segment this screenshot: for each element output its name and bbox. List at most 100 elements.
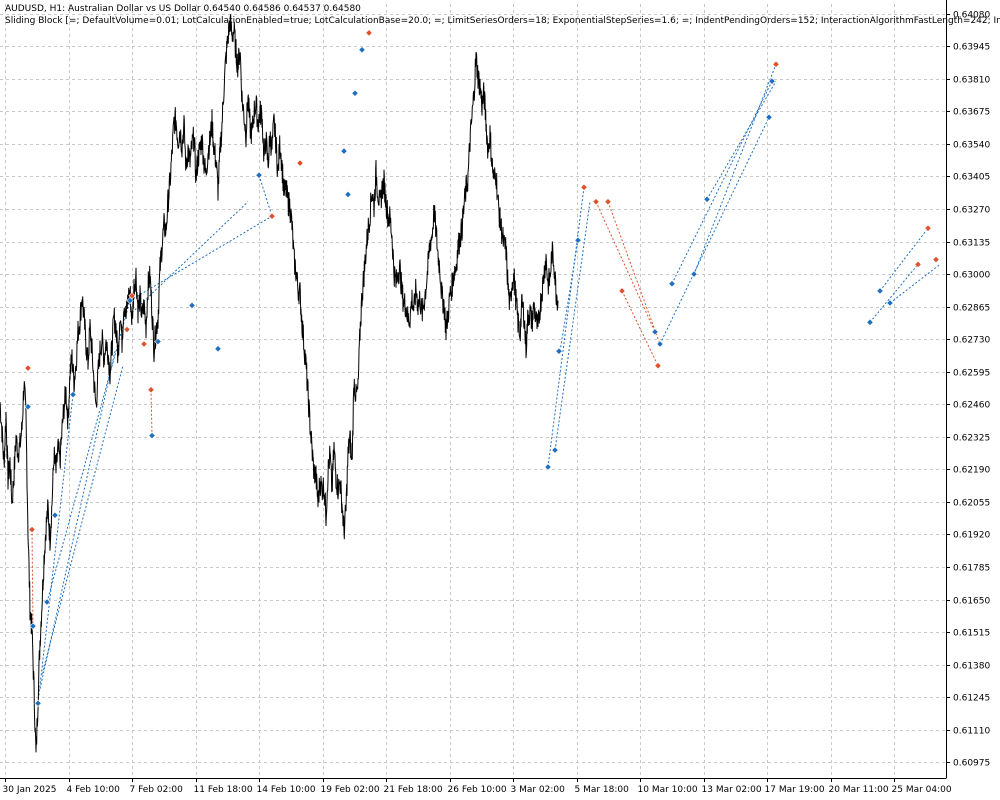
y-tick-label: 0.61785 — [953, 564, 990, 574]
y-tick-label: 0.60975 — [953, 759, 990, 769]
y-tick-label: 0.63810 — [953, 76, 990, 86]
buy-link-line — [258, 175, 273, 217]
sell-order-marker — [604, 198, 612, 206]
expert-parameters: Sliding Block [=; DefaultVolume=0.01; Lo… — [5, 16, 1000, 26]
sell-order-marker — [924, 224, 932, 232]
symbol-header: AUDUSD, H1: Australian Dollar vs US Doll… — [5, 4, 361, 14]
buy-link-line — [131, 201, 249, 313]
trade-markers — [24, 29, 940, 707]
y-tick-label: 0.63405 — [953, 173, 990, 183]
x-tick-label: 3 Mar 02:00 — [511, 785, 566, 795]
y-tick-label: 0.62190 — [953, 466, 990, 476]
buy-order-marker — [255, 171, 263, 179]
sell-order-marker — [618, 287, 626, 295]
buy-order-marker — [651, 328, 659, 336]
buy-order-marker — [358, 46, 366, 54]
x-tick-label: 11 Feb 18:00 — [194, 785, 253, 795]
sell-link-line — [595, 201, 656, 333]
buy-order-marker — [214, 345, 222, 353]
y-tick-label: 0.61515 — [953, 629, 990, 639]
buy-link-line — [559, 240, 579, 352]
sell-order-marker — [28, 525, 36, 534]
buy-order-marker — [148, 431, 156, 440]
buy-order-marker — [555, 347, 563, 355]
y-tick-label: 0.63135 — [953, 239, 990, 249]
x-tick-label: 26 Feb 10:00 — [448, 785, 507, 795]
x-tick-label: 25 Mar 04:00 — [892, 785, 952, 795]
sell-order-marker — [24, 364, 32, 372]
buy-order-marker — [866, 318, 874, 326]
y-tick-label: 0.62325 — [953, 434, 990, 444]
buy-order-marker — [340, 147, 348, 155]
trade-link-lines — [31, 64, 941, 704]
buy-order-marker — [69, 390, 77, 399]
sell-order-marker — [147, 386, 155, 394]
sell-order-marker — [772, 60, 780, 68]
sell-order-marker — [580, 183, 588, 191]
sell-link-line — [31, 529, 34, 627]
x-tick-label: 14 Feb 10:00 — [257, 785, 316, 795]
sell-link-line — [150, 389, 153, 436]
x-tick-label: 4 Feb 10:00 — [67, 785, 121, 795]
buy-order-marker — [886, 299, 894, 307]
y-tick-label: 0.61245 — [953, 694, 990, 704]
buy-link-line — [659, 117, 770, 345]
x-tick-label: 30 Jan 2025 — [3, 785, 57, 795]
y-tick-label: 0.63675 — [953, 108, 990, 118]
x-tick-label: 10 Mar 10:00 — [638, 785, 698, 795]
buy-order-marker — [51, 511, 59, 519]
buy-link-line — [37, 394, 74, 704]
buy-link-line — [547, 187, 585, 468]
y-tick-label: 0.63270 — [953, 206, 990, 216]
x-tick-label: 20 Mar 11:00 — [829, 785, 889, 795]
sell-order-marker — [268, 212, 276, 220]
buy-order-marker — [690, 270, 698, 278]
buy-order-marker — [551, 446, 559, 454]
buy-link-line — [41, 365, 124, 675]
sell-order-marker — [296, 159, 304, 167]
buy-order-marker — [876, 287, 884, 295]
buy-order-marker — [544, 463, 552, 471]
y-tick-label: 0.62055 — [953, 499, 990, 509]
y-tick-label: 0.62460 — [953, 401, 990, 411]
buy-link-line — [129, 215, 273, 302]
buy-order-marker — [668, 280, 676, 288]
buy-order-marker — [351, 89, 359, 97]
y-tick-label: 0.61920 — [953, 531, 990, 541]
chart-axes: 0.640800.639450.638100.636750.635400.634… — [0, 0, 990, 795]
sell-order-marker — [654, 362, 662, 370]
sell-order-marker — [365, 29, 373, 37]
y-tick-label: 0.61380 — [953, 662, 990, 672]
y-tick-label: 0.61650 — [953, 597, 990, 607]
sell-order-marker — [592, 198, 600, 206]
sell-order-marker — [140, 340, 148, 348]
price-series — [0, 13, 559, 753]
x-tick-label: 13 Mar 02:00 — [702, 785, 762, 795]
y-tick-label: 0.62865 — [953, 304, 990, 314]
x-tick-label: 19 Feb 02:00 — [321, 785, 380, 795]
y-tick-label: 0.62730 — [953, 336, 990, 346]
y-tick-label: 0.63540 — [953, 141, 990, 151]
y-tick-label: 0.62595 — [953, 369, 990, 379]
price-line — [0, 13, 559, 753]
buy-order-marker — [656, 340, 664, 348]
sell-link-line — [607, 201, 661, 345]
buy-link-line — [869, 264, 919, 323]
buy-link-line — [554, 201, 591, 451]
sell-order-marker — [932, 255, 940, 264]
sell-order-marker — [123, 325, 131, 334]
chart-grid — [0, 4, 946, 778]
price-chart[interactable]: 0.640800.639450.638100.636750.635400.634… — [0, 0, 1000, 800]
y-tick-label: 0.63945 — [953, 43, 990, 53]
buy-order-marker — [344, 190, 352, 199]
buy-link-line — [889, 264, 941, 304]
buy-order-marker — [765, 113, 773, 121]
x-tick-label: 7 Feb 02:00 — [130, 785, 184, 795]
y-tick-label: 0.63000 — [953, 271, 990, 281]
x-tick-label: 17 Mar 19:00 — [765, 785, 825, 795]
y-tick-label: 0.61110 — [953, 727, 990, 737]
buy-link-line — [706, 80, 777, 200]
buy-order-marker — [34, 699, 42, 707]
x-tick-label: 21 Feb 18:00 — [384, 785, 443, 795]
buy-order-marker — [574, 236, 582, 244]
